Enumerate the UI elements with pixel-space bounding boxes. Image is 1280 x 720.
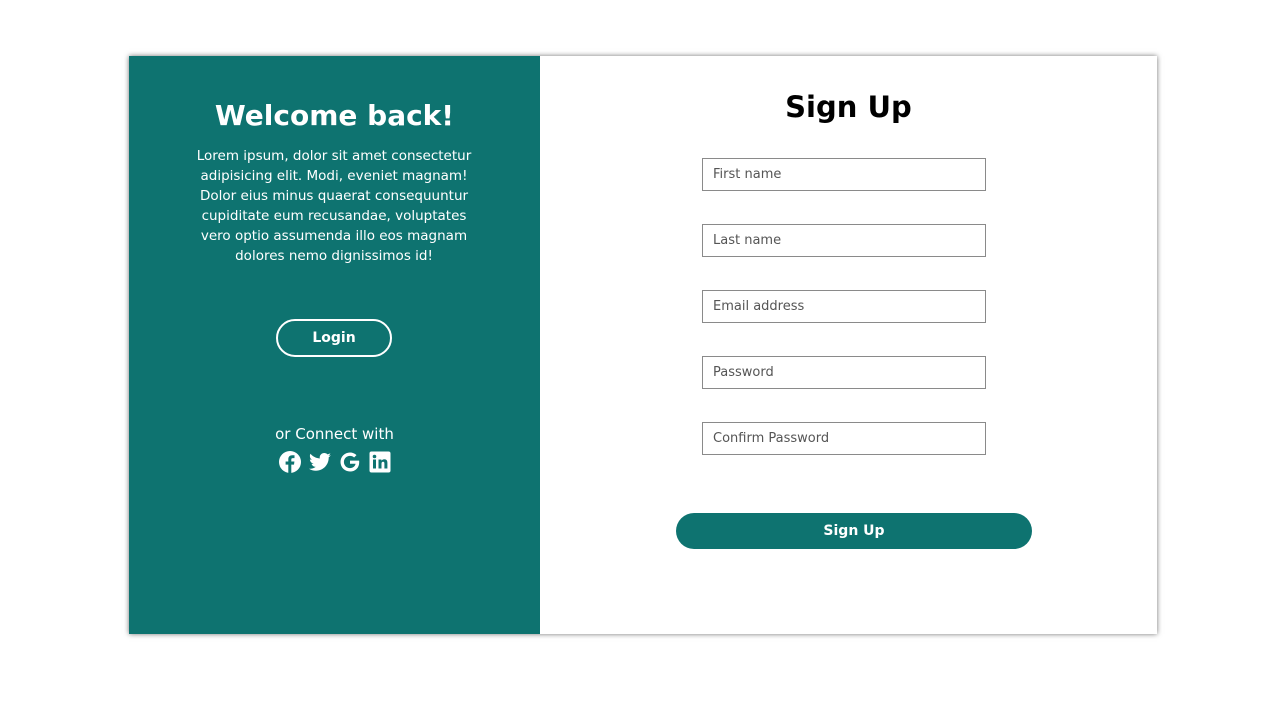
last-name-field[interactable] (702, 224, 986, 257)
signup-card: Welcome back! Lorem ipsum, dolor sit ame… (129, 56, 1157, 634)
linkedin-icon[interactable] (368, 450, 392, 474)
signup-title: Sign Up (785, 90, 912, 124)
first-name-field[interactable] (702, 158, 986, 191)
email-field[interactable] (702, 290, 986, 323)
confirm-password-field[interactable] (702, 422, 986, 455)
login-button[interactable]: Login (276, 319, 392, 357)
facebook-icon[interactable] (278, 450, 302, 474)
google-icon[interactable] (338, 450, 362, 474)
welcome-panel: Welcome back! Lorem ipsum, dolor sit ame… (129, 56, 540, 634)
twitter-icon[interactable] (308, 450, 332, 474)
signup-button[interactable]: Sign Up (676, 513, 1032, 549)
social-links (129, 450, 540, 474)
connect-label: or Connect with (275, 425, 394, 443)
welcome-title: Welcome back! (214, 99, 455, 132)
password-field[interactable] (702, 356, 986, 389)
signup-panel: Sign Up Sign Up (540, 56, 1157, 634)
welcome-description: Lorem ipsum, dolor sit amet consectetur … (196, 148, 472, 264)
